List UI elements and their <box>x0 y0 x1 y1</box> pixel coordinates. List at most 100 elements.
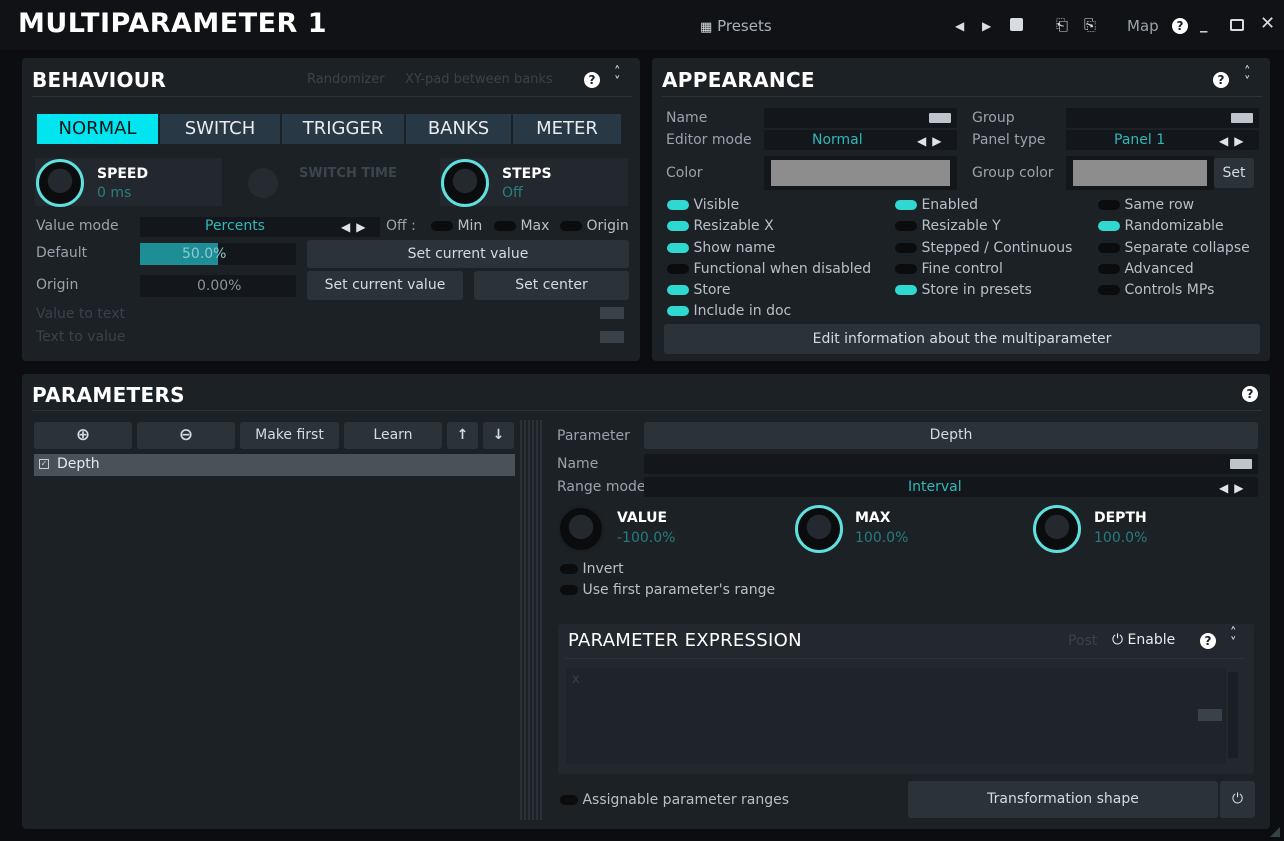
origin-set-current-button[interactable]: Set current value <box>307 271 463 300</box>
help-icon[interactable]: ? <box>1172 18 1188 34</box>
toggle-switch[interactable] <box>1098 200 1120 210</box>
next-preset-button[interactable]: ▶ <box>982 16 991 36</box>
toggle-switch[interactable] <box>1098 221 1120 232</box>
parameter-list-item[interactable] <box>34 454 515 476</box>
option-toggle[interactable]: Stepped / Continuous <box>895 240 1072 261</box>
option-toggle[interactable]: Enabled <box>895 197 1072 218</box>
use-first-range-toggle[interactable]: Use first parameter's range <box>560 582 775 598</box>
move-up-button[interactable]: ↑ <box>447 422 478 449</box>
param-name-keyboard-icon[interactable] <box>1230 459 1252 469</box>
toggle-switch[interactable] <box>667 221 689 232</box>
toggle-switch[interactable] <box>1098 242 1120 253</box>
behaviour-collapse-icon[interactable]: ˄ ˅ <box>614 66 621 89</box>
value-mode-arrows-icon[interactable]: ◀▶ <box>341 220 371 234</box>
option-toggle[interactable]: Controls MPs <box>1098 282 1250 303</box>
resize-grip-icon[interactable] <box>1270 827 1280 837</box>
fullscreen-icon[interactable] <box>1230 19 1244 31</box>
xy-pad-label[interactable]: XY-pad between banks <box>405 72 553 87</box>
toggle-switch[interactable] <box>895 285 917 296</box>
toggle-switch[interactable] <box>895 200 917 210</box>
toggle-switch[interactable] <box>667 200 689 210</box>
depth-knob[interactable] <box>1033 505 1081 553</box>
mode-tab-banks[interactable]: BANKS <box>406 114 511 144</box>
option-toggle[interactable]: Same row <box>1098 197 1250 218</box>
randomizer-label[interactable]: Randomizer <box>307 72 385 87</box>
toggle-switch[interactable] <box>667 263 689 274</box>
option-toggle[interactable]: Fine control <box>895 261 1072 282</box>
expression-collapse-icon[interactable]: ˄ ˅ <box>1230 627 1237 650</box>
expression-keyboard-icon[interactable] <box>1198 709 1222 721</box>
expression-editor[interactable] <box>566 668 1226 764</box>
toggle-switch[interactable] <box>1098 285 1120 296</box>
random-dice-icon[interactable] <box>1010 18 1023 31</box>
panel-type-arrows-icon[interactable]: ◀▶ <box>1219 134 1249 148</box>
expression-enable-button[interactable]: ⏻ Enable <box>1112 632 1175 648</box>
steps-knob[interactable] <box>441 159 489 207</box>
mode-tab-switch[interactable]: SWITCH <box>160 114 280 144</box>
origin-toggle[interactable]: Origin <box>560 218 629 234</box>
mode-tab-normal[interactable]: NORMAL <box>37 114 158 144</box>
option-toggle[interactable]: Separate collapse <box>1098 240 1250 261</box>
editor-mode-arrows-icon[interactable]: ◀▶ <box>917 134 947 148</box>
param-name-input[interactable] <box>644 454 1258 474</box>
toggle-switch[interactable] <box>667 242 689 253</box>
min-toggle[interactable]: Min <box>431 218 482 234</box>
remove-parameter-button[interactable]: ⊖ <box>137 422 235 449</box>
group-color-swatch-frame[interactable] <box>1066 156 1214 190</box>
text-to-value-keyboard-icon[interactable] <box>600 331 624 343</box>
toggle-switch[interactable] <box>895 263 917 274</box>
add-parameter-button[interactable]: ⊕ <box>34 422 132 449</box>
toggle-switch[interactable] <box>895 242 917 253</box>
toggle-switch[interactable] <box>667 306 689 317</box>
set-center-button[interactable]: Set center <box>474 271 629 300</box>
expression-help-icon[interactable]: ? <box>1200 633 1216 649</box>
option-toggle[interactable]: Advanced <box>1098 261 1250 282</box>
option-toggle[interactable]: Include in doc <box>667 303 871 324</box>
range-mode-arrows-icon[interactable]: ◀▶ <box>1219 481 1249 495</box>
move-down-button[interactable]: ↓ <box>483 422 514 449</box>
learn-button[interactable]: Learn <box>344 422 442 449</box>
toggle-switch[interactable] <box>667 285 689 296</box>
max-knob[interactable] <box>795 505 843 553</box>
invert-toggle[interactable]: Invert <box>560 561 624 577</box>
default-set-current-button[interactable]: Set current value <box>307 240 629 268</box>
presets-button[interactable]: ▦ Presets <box>700 16 772 38</box>
appearance-help-icon[interactable]: ? <box>1213 72 1229 88</box>
speed-knob[interactable] <box>36 159 84 207</box>
edit-information-button[interactable]: Edit information about the multiparamete… <box>664 324 1260 354</box>
make-first-button[interactable]: Make first <box>240 422 339 449</box>
toggle-switch[interactable] <box>895 221 917 232</box>
option-toggle[interactable]: Visible <box>667 197 871 218</box>
minimize-icon[interactable]: _ <box>1200 14 1208 34</box>
appearance-collapse-icon[interactable]: ˄ ˅ <box>1244 66 1251 89</box>
value-to-text-keyboard-icon[interactable] <box>600 307 624 319</box>
copy-icon[interactable]: ⎗ <box>1056 15 1068 35</box>
option-toggle[interactable]: Store in presets <box>895 282 1072 303</box>
checkbox-icon[interactable]: ✓ <box>39 459 49 469</box>
splitter-handle[interactable] <box>520 420 542 820</box>
parameters-help-icon[interactable]: ? <box>1242 386 1258 402</box>
transformation-power-button[interactable]: ⏻ <box>1220 781 1255 818</box>
mode-tab-trigger[interactable]: TRIGGER <box>282 114 404 144</box>
option-toggle[interactable]: Resizable Y <box>895 218 1072 239</box>
close-icon[interactable]: ✕ <box>1260 14 1275 34</box>
mode-tab-meter[interactable]: METER <box>513 114 621 144</box>
paste-icon[interactable]: ⎘ <box>1084 15 1096 35</box>
parameter-select-button[interactable]: Depth <box>644 422 1258 449</box>
max-toggle[interactable]: Max <box>494 218 549 234</box>
behaviour-help-icon[interactable]: ? <box>584 72 600 88</box>
option-toggle[interactable]: Functional when disabled <box>667 261 871 282</box>
assignable-ranges-toggle[interactable]: Assignable parameter ranges <box>560 792 789 808</box>
option-toggle[interactable]: Show name <box>667 240 871 261</box>
set-group-color-button[interactable]: Set <box>1214 158 1254 188</box>
expression-scrollbar[interactable] <box>1228 672 1238 758</box>
toggle-switch[interactable] <box>1098 263 1120 274</box>
option-toggle[interactable]: Resizable X <box>667 218 871 239</box>
prev-preset-button[interactable]: ◀ <box>955 16 964 36</box>
option-toggle[interactable]: Store <box>667 282 871 303</box>
map-button[interactable]: Map <box>1127 16 1159 36</box>
group-keyboard-icon[interactable] <box>1231 113 1253 123</box>
name-keyboard-icon[interactable] <box>929 113 951 123</box>
color-swatch-frame[interactable] <box>764 156 957 190</box>
transformation-shape-button[interactable]: Transformation shape <box>908 781 1218 818</box>
